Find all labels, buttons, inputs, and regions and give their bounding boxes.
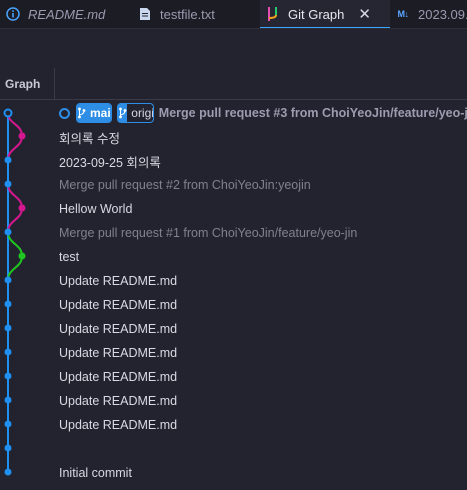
commit-message: test (59, 250, 80, 264)
commit-dot[interactable] (4, 348, 12, 356)
commit-dot[interactable] (4, 372, 12, 380)
commit-message: Update README.md (59, 418, 178, 432)
commit-dot[interactable] (4, 180, 12, 188)
commit-message: Merge pull request #2 from ChoiYeoJin:ye… (59, 178, 311, 192)
commit-row[interactable]: Merge pull request #2 from ChoiYeoJin:ye… (59, 173, 467, 197)
commit-message: Update README.md (59, 346, 178, 360)
commit-dot[interactable] (4, 324, 12, 332)
graph-table-header: Graph (0, 68, 467, 100)
commit-row[interactable]: Update README.md (59, 293, 467, 317)
commit-row[interactable]: Update README.md (59, 269, 467, 293)
commit-message: Update README.md (59, 298, 178, 312)
tab-label: testfile.txt (160, 6, 215, 22)
commit-row[interactable]: Initial commit (59, 461, 467, 485)
commit-dot[interactable] (4, 300, 12, 308)
branch-ref-origin-head[interactable]: origin/HEAD (117, 103, 154, 123)
commit-dot[interactable] (4, 420, 12, 428)
commit-message: Initial commit (59, 466, 132, 480)
commit-dot[interactable] (18, 132, 26, 140)
commit-message: Update README.md (59, 322, 178, 336)
tab-label: 2023.09.25.m (418, 6, 467, 22)
commit-message: Update README.md (59, 394, 178, 408)
commit-row[interactable]: Update README.md (59, 317, 467, 341)
head-indicator-icon (59, 107, 70, 119)
tab-label: README.md (28, 6, 106, 22)
commit-row[interactable]: test (59, 245, 467, 269)
file-icon (138, 7, 152, 21)
tab-markdown-file[interactable]: M↓ 2023.09.25.m (390, 0, 467, 28)
ref-name: main (86, 104, 112, 122)
commit-dot[interactable] (4, 468, 12, 476)
branch-icon (77, 104, 86, 122)
commit-row-head[interactable]: main origin origin/HEAD Merge pull reque… (59, 101, 467, 125)
commit-row[interactable]: Update README.md (59, 341, 467, 365)
graph-column-header[interactable]: Graph (0, 68, 55, 99)
close-icon[interactable]: ✕ (358, 5, 371, 23)
commit-dot[interactable] (18, 252, 26, 260)
commit-message: Update README.md (59, 370, 178, 384)
commit-dot[interactable] (18, 204, 26, 212)
commit-row[interactable]: Update README.md (59, 413, 467, 437)
editor-tab-bar: README.md testfile.txt Git Graph ✕ M↓ 20… (0, 0, 467, 29)
commit-row[interactable]: 2023-09-25 회의록 (59, 149, 467, 173)
commit-row[interactable]: Hellow World (59, 197, 467, 221)
commit-dot[interactable] (4, 228, 12, 236)
commit-row[interactable]: Merge pull request #1 from ChoiYeoJin/fe… (59, 221, 467, 245)
branch-icon (118, 104, 128, 122)
commit-dot[interactable] (4, 156, 12, 164)
commit-message: Merge pull request #3 from ChoiYeoJin/fe… (158, 106, 467, 120)
tab-label: Git Graph (288, 6, 345, 22)
commit-row[interactable]: Update README.md (59, 389, 467, 413)
commit-dot-head[interactable] (3, 108, 13, 118)
git-graph-icon (266, 7, 280, 21)
commit-row[interactable]: Update README.md (59, 365, 467, 389)
commit-message: Update README.md (59, 274, 178, 288)
tab-readme[interactable]: README.md (0, 0, 132, 28)
commit-row[interactable]: 회의록 수정 (59, 125, 467, 149)
ref-name: origin/HEAD (131, 106, 154, 120)
commit-dot[interactable] (4, 444, 12, 452)
tab-git-graph[interactable]: Git Graph ✕ (260, 0, 390, 28)
markdown-icon: M↓ (397, 9, 410, 19)
git-graph-window: README.md testfile.txt Git Graph ✕ M↓ 20… (0, 0, 467, 490)
commit-message: Hellow World (59, 202, 133, 216)
commit-message: Merge pull request #1 from ChoiYeoJin/fe… (59, 226, 358, 240)
commit-graph (3, 108, 26, 476)
commit-message: 회의록 수정 (59, 131, 120, 146)
commit-dot[interactable] (4, 276, 12, 284)
commit-dot[interactable] (4, 396, 12, 404)
info-icon (6, 7, 20, 21)
branch-ref-main[interactable]: main origin (76, 103, 113, 123)
tab-testfile[interactable]: testfile.txt (132, 0, 260, 28)
commit-message: 2023-09-25 회의록 (59, 155, 161, 170)
